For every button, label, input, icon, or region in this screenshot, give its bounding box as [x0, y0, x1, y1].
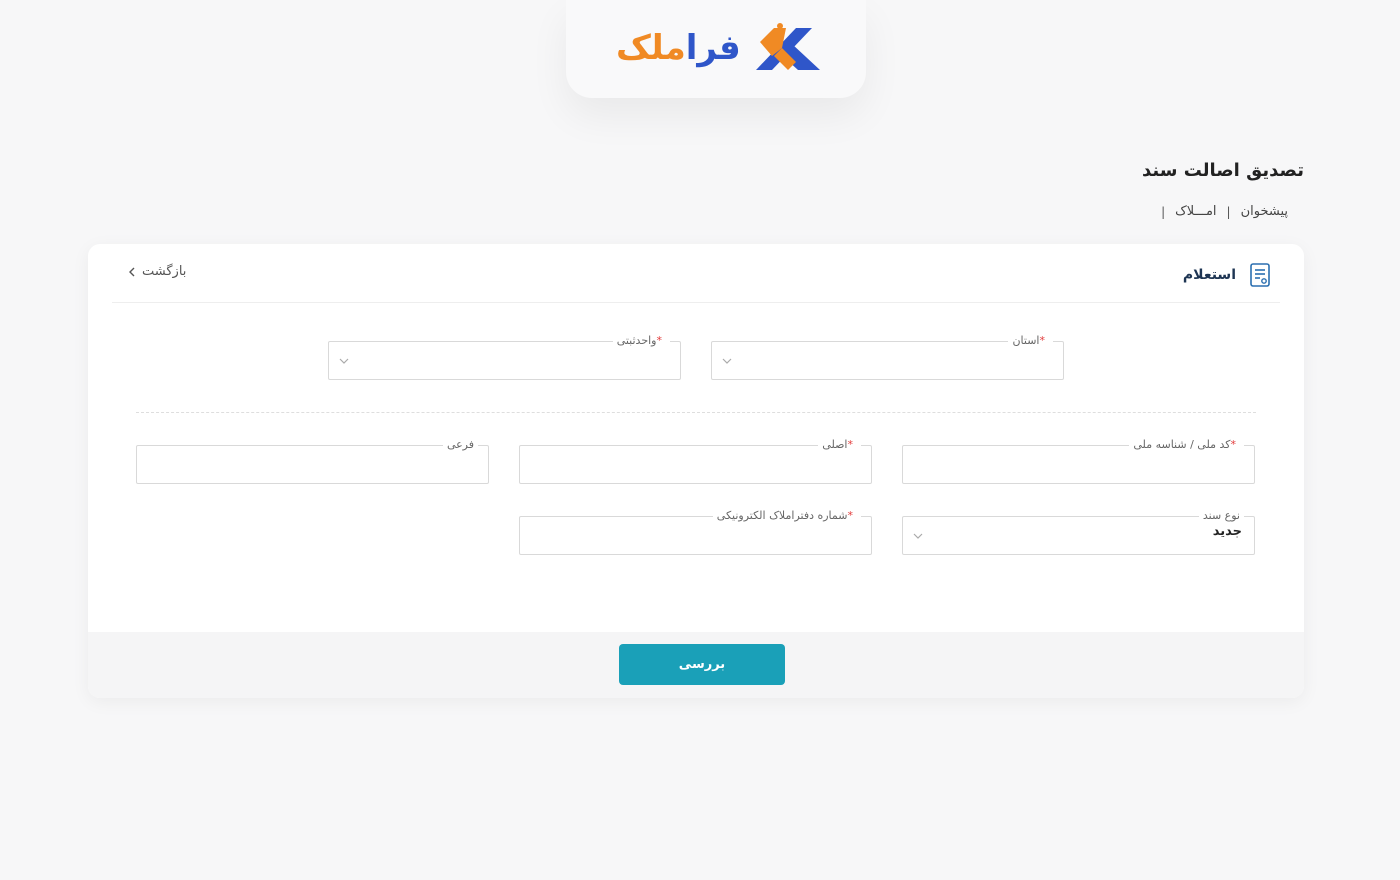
- breadcrumb-separator: |: [1226, 204, 1231, 219]
- chevron-left-icon: [129, 267, 135, 276]
- document-icon: [1250, 263, 1270, 287]
- breadcrumb-item-dashboard[interactable]: پیشخوان: [1241, 204, 1288, 219]
- electronic-book-number-input[interactable]: [520, 517, 871, 554]
- required-marker: *: [656, 334, 663, 347]
- chevron-down-icon: [339, 358, 349, 364]
- province-select[interactable]: *استان: [711, 333, 1064, 380]
- national-id-input[interactable]: [903, 446, 1254, 483]
- back-link-label: بازگشت: [142, 264, 187, 279]
- main-plate-input[interactable]: [520, 446, 871, 483]
- card-title: استعلام: [1182, 267, 1236, 283]
- section-divider: [136, 412, 1256, 413]
- card-footer: بررسی: [88, 632, 1304, 698]
- document-type-value: جدید: [1212, 524, 1242, 539]
- chevron-down-icon: [913, 533, 923, 539]
- registry-unit-select[interactable]: *واحدثبتی: [328, 333, 681, 380]
- breadcrumb-item-properties[interactable]: امـــلاک: [1175, 204, 1216, 219]
- document-type-label: نوع سند: [1198, 508, 1244, 524]
- brand-wordmark: فراملک: [616, 28, 741, 68]
- logo-card: فراملک: [566, 0, 866, 98]
- sub-plate-field[interactable]: فرعی: [136, 437, 489, 484]
- brand-logo-icon: [756, 23, 820, 70]
- national-id-field[interactable]: *کد ملی / شناسه ملی: [902, 437, 1255, 484]
- card-header: استعلام بازگشت: [112, 244, 1280, 303]
- inquiry-card: استعلام بازگشت *استان *واحدثبتی *کد ملی …: [88, 244, 1304, 698]
- card-title-group: استعلام: [1183, 262, 1272, 288]
- sub-plate-input[interactable]: [137, 446, 488, 483]
- required-marker: *: [1039, 334, 1046, 347]
- brand-name-part1: فرا: [685, 28, 741, 68]
- back-link[interactable]: بازگشت: [128, 264, 186, 279]
- document-type-select[interactable]: نوع سند جدید: [902, 508, 1255, 555]
- electronic-book-number-field[interactable]: *شماره دفتراملاک الکترونیکی: [519, 508, 872, 555]
- chevron-down-icon: [722, 358, 732, 364]
- main-plate-field[interactable]: *اصلی: [519, 437, 872, 484]
- province-label: *استان: [1008, 333, 1053, 349]
- breadcrumb: پیشخوان | امـــلاک |: [1161, 204, 1288, 219]
- brand-name-part2: ملک: [616, 28, 686, 68]
- submit-button[interactable]: بررسی: [619, 644, 785, 685]
- breadcrumb-separator: |: [1161, 204, 1166, 219]
- page-title: تصدیق اصالت سند: [1142, 160, 1304, 181]
- registry-unit-label: *واحدثبتی: [612, 333, 670, 349]
